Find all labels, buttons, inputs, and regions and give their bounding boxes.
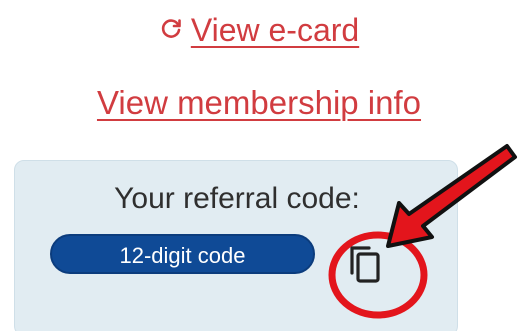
view-membership-info-link[interactable]: View membership info <box>97 84 421 121</box>
copy-code-button[interactable] <box>343 239 389 285</box>
view-ecard-label: View e-card <box>190 12 360 48</box>
screenshot-stage: View e-card View membership info Your re… <box>0 0 518 331</box>
copy-icon <box>343 246 389 289</box>
membership-link-row: View membership info <box>0 76 518 130</box>
view-ecard-link[interactable]: View e-card <box>159 12 359 48</box>
referral-code-label: Your referral code: <box>114 182 360 215</box>
referral-code-badge: 12-digit code <box>50 234 315 274</box>
ecard-link-row: View e-card <box>0 4 518 56</box>
refresh-icon <box>159 4 183 56</box>
referral-card: Your referral code: 12-digit code <box>14 160 458 331</box>
